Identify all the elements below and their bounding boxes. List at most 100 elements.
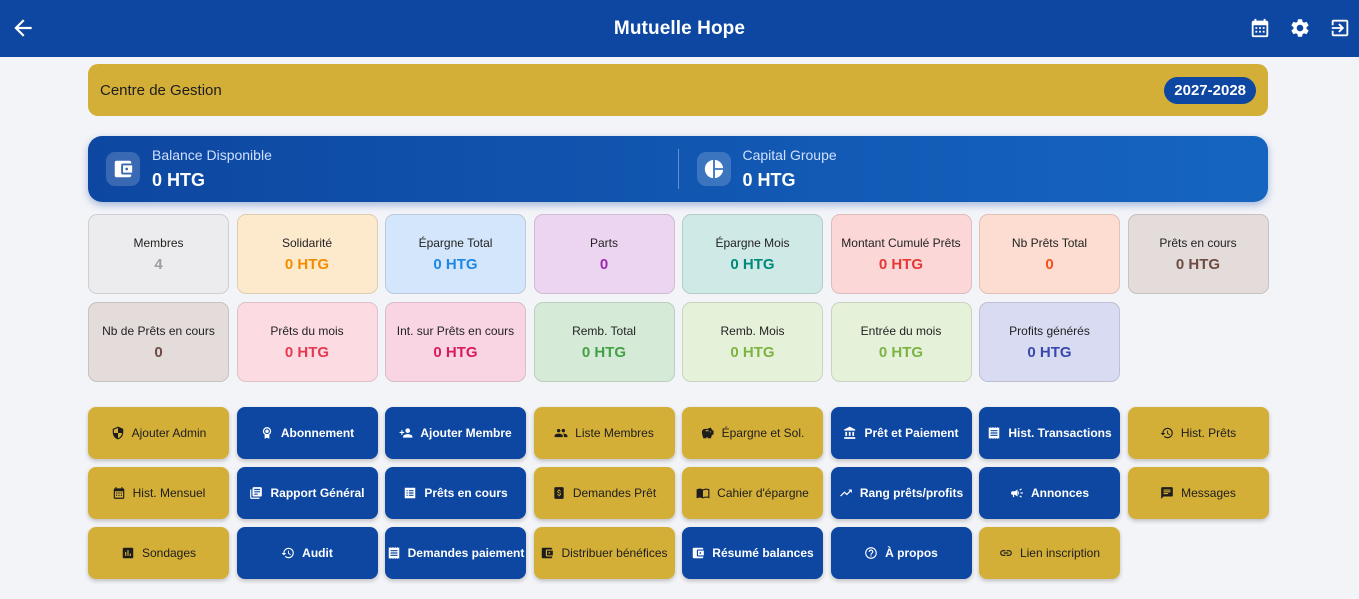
fiscal-year-badge[interactable]: 2027-2028 [1164, 76, 1256, 104]
pret-et-paiement-button[interactable]: Prêt et Paiement [830, 407, 972, 459]
button-label: Hist. Mensuel [132, 486, 206, 500]
button-label: Messages [1181, 486, 1236, 500]
rang-prets-profits-button[interactable]: Rang prêts/profits [830, 467, 972, 519]
available-balance-label: Balance Disponible [152, 147, 272, 163]
hist-prets-button[interactable]: Hist. Prêts [1127, 407, 1269, 459]
group-capital-value: 0 HTG [742, 170, 796, 190]
button-label: Résumé balances [712, 546, 814, 560]
management-title: Centre de Gestion [100, 81, 222, 99]
list-icon [403, 486, 417, 500]
button-label: Hist. Prêts [1180, 426, 1237, 440]
trending-up-icon [839, 486, 853, 500]
stat-value: 0 HTG [878, 343, 924, 361]
abonnement-button[interactable]: Abonnement [236, 407, 378, 459]
back-arrow-icon[interactable] [10, 15, 36, 41]
rapport-general-button[interactable]: Rapport Général [236, 467, 378, 519]
button-label: Demandes paiement [407, 546, 525, 560]
stat-value: 0 HTG [284, 343, 330, 361]
button-label: Épargne et Sol. [721, 426, 805, 440]
stat-value: 0 HTG [581, 343, 627, 361]
stat-tile-solidarite: Solidarité 0 HTG [236, 214, 378, 294]
ajouter-admin-button[interactable]: Ajouter Admin [88, 407, 229, 459]
stat-label: Nb de Prêts en cours [102, 323, 215, 338]
a-propos-button[interactable]: À propos [830, 527, 972, 579]
link-icon [999, 546, 1013, 560]
stat-label: Nb Prêts Total [1011, 235, 1088, 250]
demandes-pret-button[interactable]: Demandes Prêt [533, 467, 675, 519]
wallet-icon [540, 546, 554, 560]
piggy-bank-icon [701, 426, 715, 440]
hist-mensuel-button[interactable]: Hist. Mensuel [88, 467, 229, 519]
group-capital-label: Capital Groupe [742, 147, 837, 163]
logout-icon[interactable] [1327, 15, 1353, 41]
stat-label: Remb. Mois [720, 323, 785, 338]
stat-tile-montant-cumule-prets: Montant Cumulé Prêts 0 HTG [830, 214, 972, 294]
stat-label: Remb. Total [572, 323, 636, 338]
button-label: Annonces [1030, 486, 1089, 500]
distribuer-benefices-button[interactable]: Distribuer bénéfices [533, 527, 675, 579]
stat-value: 0 [1045, 255, 1054, 273]
stat-tile-membres: Membres 4 [88, 214, 229, 294]
messages-button[interactable]: Messages [1127, 467, 1269, 519]
button-label: Lien inscription [1019, 546, 1101, 560]
available-balance-value: 0 HTG [152, 170, 206, 190]
stat-tile-remb-total: Remb. Total 0 HTG [533, 302, 675, 382]
demandes-paiement-button[interactable]: Demandes paiement [385, 527, 526, 579]
balance-card: Balance Disponible 0 HTG Capital Groupe … [88, 136, 1268, 202]
stat-value: 0 [599, 255, 609, 273]
calendar-icon [112, 486, 126, 500]
stat-value: 0 HTG [730, 343, 775, 361]
button-label: Audit [302, 546, 333, 560]
person-add-icon [399, 426, 413, 440]
hist-transactions-button[interactable]: Hist. Transactions [979, 407, 1120, 459]
cahier-d-epargne-button[interactable]: Cahier d'épargne [682, 467, 823, 519]
management-header: Centre de Gestion 2027-2028 [88, 64, 1268, 116]
stat-label: Prêts du mois [270, 323, 344, 338]
epargne-et-sol-button[interactable]: Épargne et Sol. [682, 407, 823, 459]
history-icon [1160, 426, 1174, 440]
button-label: Rang prêts/profits [859, 486, 964, 500]
resume-balances-button[interactable]: Résumé balances [682, 527, 823, 579]
ajouter-membre-button[interactable]: Ajouter Membre [385, 407, 526, 459]
gear-icon[interactable] [1287, 15, 1313, 41]
annonces-button[interactable]: Annonces [979, 467, 1120, 519]
stat-tile-int-sur-prets-en-cours: Int. sur Prêts en cours 0 HTG [385, 302, 526, 382]
stat-value: 0 HTG [878, 255, 924, 273]
stat-label: Entrée du mois [860, 323, 942, 338]
stat-tile-nb-prets-total: Nb Prêts Total 0 [979, 214, 1120, 294]
stat-label: Prêts en cours [1159, 235, 1237, 250]
stat-value: 0 HTG [730, 255, 775, 273]
stat-tile-parts: Parts 0 [533, 214, 675, 294]
audit-button[interactable]: Audit [236, 527, 378, 579]
message-icon [1160, 486, 1174, 500]
people-icon [554, 426, 568, 440]
prets-en-cours-button[interactable]: Prêts en cours [385, 467, 526, 519]
stat-label: Profits générés [1009, 323, 1090, 338]
app-bar: Mutuelle Hope [0, 0, 1359, 57]
action-buttons-grid: Ajouter Admin Abonnement Ajouter Membre Lis… [88, 407, 1269, 579]
button-label: Prêt et Paiement [864, 426, 959, 440]
badge-icon [260, 426, 274, 440]
button-label: Cahier d'épargne [717, 486, 809, 500]
admin-shield-icon [111, 426, 125, 440]
stat-label: Membres [133, 235, 184, 250]
receipt-icon [987, 426, 1001, 440]
audit-history-icon [281, 546, 295, 560]
lien-inscription-button[interactable]: Lien inscription [979, 527, 1120, 579]
poll-icon [121, 546, 135, 560]
stat-tile-entree-du-mois: Entrée du mois 0 HTG [830, 302, 972, 382]
button-label: Hist. Transactions [1008, 426, 1112, 440]
stat-value: 0 HTG [1027, 343, 1072, 361]
pie-chart-icon [696, 152, 731, 186]
stat-tile-prets-du-mois: Prêts du mois 0 HTG [236, 302, 378, 382]
sondages-button[interactable]: Sondages [88, 527, 229, 579]
wallet-icon [106, 152, 140, 186]
calendar-icon[interactable] [1247, 15, 1273, 41]
liste-membres-button[interactable]: Liste Membres [533, 407, 675, 459]
button-label: À propos [885, 546, 938, 560]
stat-label: Int. sur Prêts en cours [396, 323, 515, 338]
request-money-icon [552, 486, 566, 500]
stat-value: 0 HTG [284, 255, 330, 273]
stats-grid: Membres 4 Solidarité 0 HTG Épargne Total 0 HT… [88, 214, 1269, 382]
help-icon [864, 546, 878, 560]
